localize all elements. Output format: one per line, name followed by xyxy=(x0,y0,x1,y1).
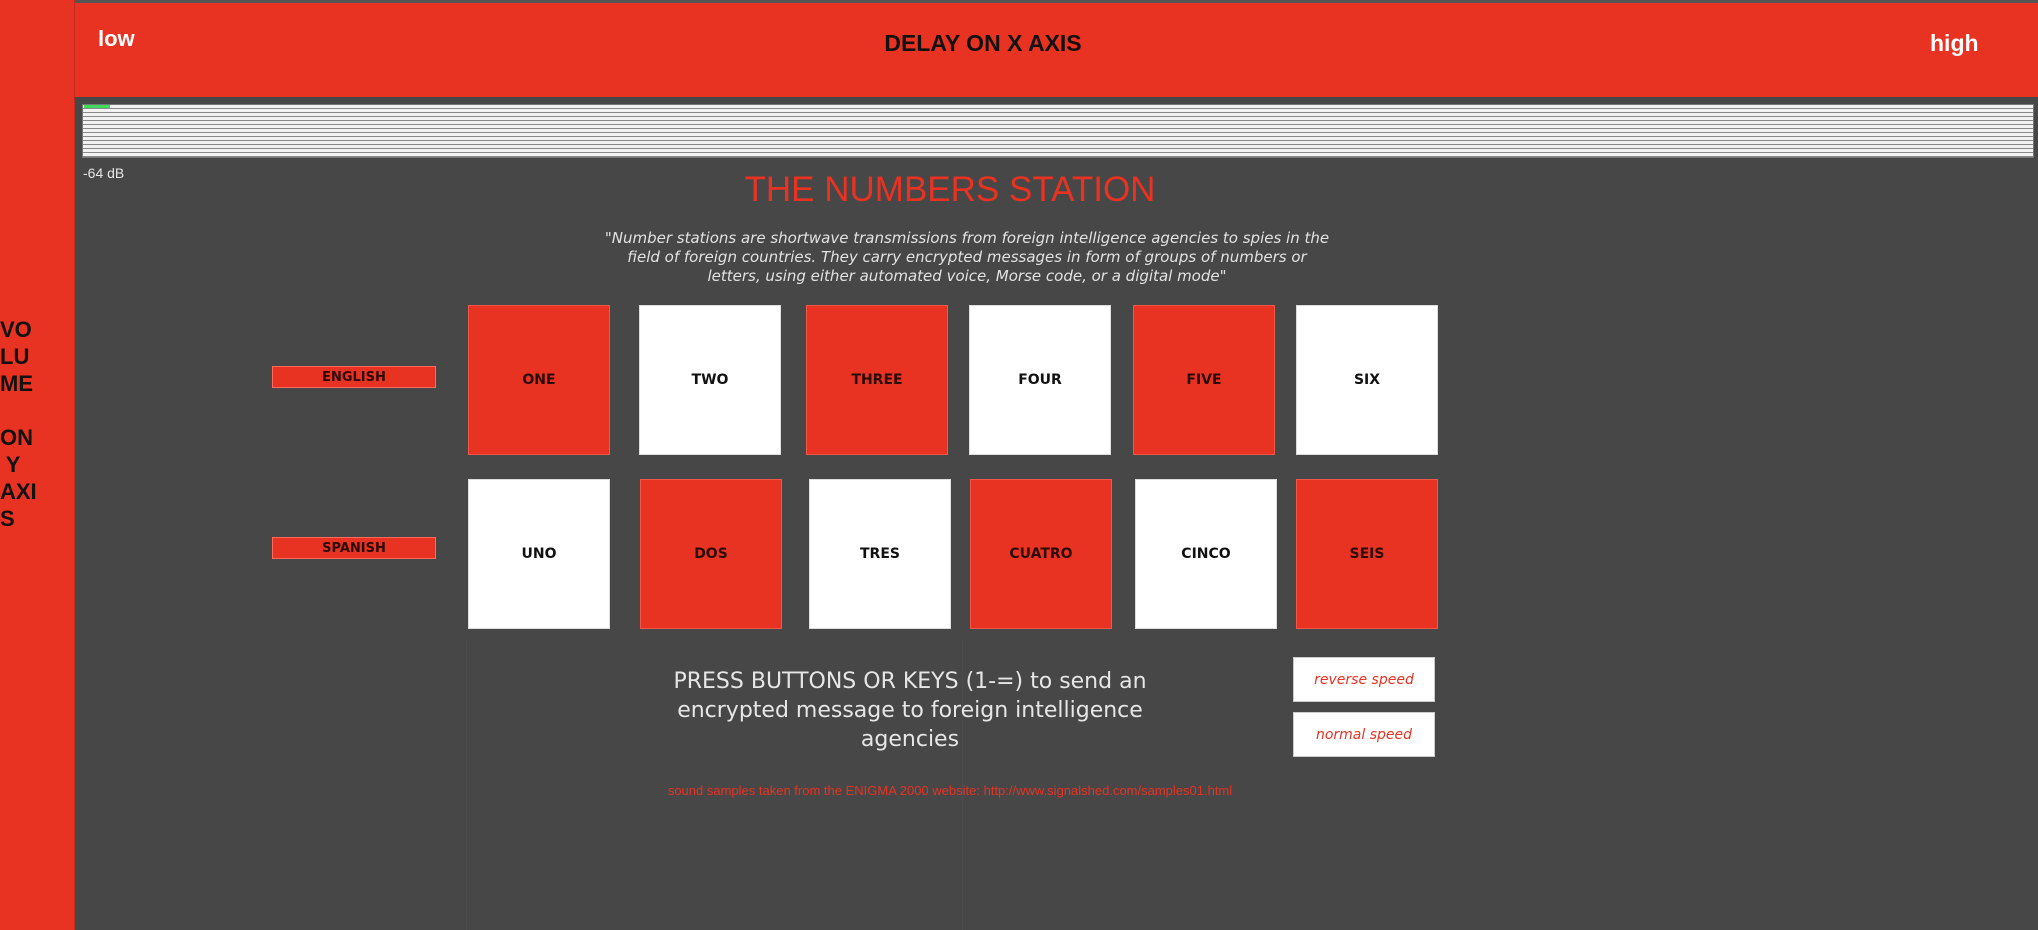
normal-speed-button[interactable]: normal speed xyxy=(1293,712,1435,757)
tile-one[interactable]: ONE xyxy=(468,305,610,455)
tile-tres[interactable]: TRES xyxy=(809,479,951,629)
tile-dos[interactable]: DOS xyxy=(640,479,782,629)
tile-five[interactable]: FIVE xyxy=(1133,305,1275,455)
delay-high-label: high xyxy=(1930,30,1979,56)
volume-axis-label: VO LU ME ON Y AXI S xyxy=(0,317,37,531)
tile-two[interactable]: TWO xyxy=(639,305,781,455)
level-meter xyxy=(82,104,2034,158)
guide-line xyxy=(466,640,467,930)
level-meter-indicator xyxy=(84,105,110,108)
page-title: THE NUMBERS STATION xyxy=(744,170,1156,209)
tile-cuatro[interactable]: CUATRO xyxy=(970,479,1112,629)
instructions-text: PRESS BUTTONS OR KEYS (1-=) to send an e… xyxy=(673,669,1147,752)
tile-cinco[interactable]: CINCO xyxy=(1135,479,1277,629)
tile-three[interactable]: THREE xyxy=(806,305,948,455)
tile-uno[interactable]: UNO xyxy=(468,479,610,629)
tile-six[interactable]: SIX xyxy=(1296,305,1438,455)
english-label: ENGLISH xyxy=(272,366,436,388)
credit-text: sound samples taken from the ENIGMA 2000… xyxy=(667,783,1233,798)
tile-seis[interactable]: SEIS xyxy=(1296,479,1438,629)
delay-axis-title: DELAY ON X AXIS xyxy=(884,30,1082,56)
tile-four[interactable]: FOUR xyxy=(969,305,1111,455)
spanish-label: SPANISH xyxy=(272,537,436,559)
description-quote: "Number stations are shortwave transmiss… xyxy=(604,229,1330,285)
reverse-speed-button[interactable]: reverse speed xyxy=(1293,657,1435,702)
